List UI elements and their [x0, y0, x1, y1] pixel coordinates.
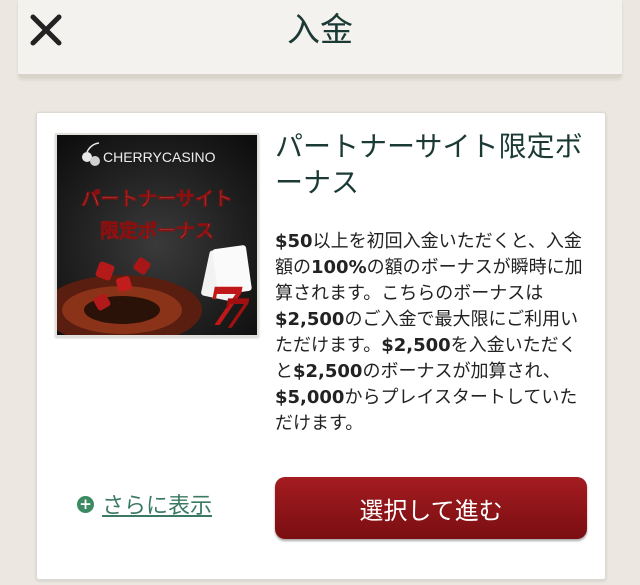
svg-text:7: 7: [222, 291, 250, 335]
show-more-label: さらに表示: [102, 494, 213, 519]
desc-text: のボーナスが加算され、: [362, 361, 561, 382]
offer-title: パートナーサイト限定ボーナス: [275, 130, 583, 199]
banner-line-1: パートナーサイト: [81, 188, 233, 210]
desc-amount-min: $50: [275, 231, 313, 252]
banner-brand: CHERRYCASINO: [103, 149, 216, 165]
desc-percent: 100%: [311, 257, 367, 278]
show-more-link[interactable]: + さらに表示: [77, 489, 212, 519]
header: 入金: [0, 0, 640, 62]
desc-amount-max: $2,500: [275, 309, 345, 330]
bonus-banner-image: 7 7 CHERRYCASINO パートナーサイト 限定ボーナス: [55, 133, 259, 337]
banner-line-2: 限定ボーナス: [100, 219, 214, 242]
desc-amount-bonus: $2,500: [293, 361, 363, 382]
select-and-continue-button[interactable]: 選択して進む: [275, 477, 587, 539]
desc-amount-total: $5,000: [275, 387, 345, 408]
desc-amount-deposit: $2,500: [381, 335, 451, 356]
plus-circle-icon: +: [77, 495, 94, 513]
page-title: 入金: [287, 10, 353, 49]
bonus-offer-card: 7 7 CHERRYCASINO パートナーサイト 限定ボーナス パートナーサイ…: [36, 112, 606, 580]
offer-description: $50以上を初回入金いただくと、入金額の100%の額のボーナスが瞬時に加算されま…: [275, 229, 591, 437]
